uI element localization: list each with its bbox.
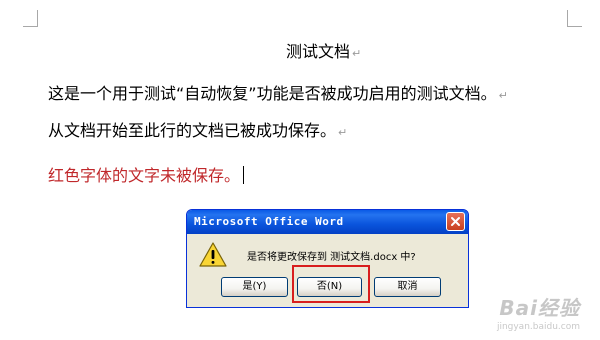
watermark-brand: Bai经验 [499,296,580,320]
close-icon [451,217,460,226]
yes-button[interactable]: 是(Y) [221,277,288,297]
baidu-jingyan-watermark: Bai经验 jingyan.baidu.com [497,292,580,332]
paragraph-mark-icon: ↵ [352,47,362,60]
watermark-url: jingyan.baidu.com [496,322,580,332]
document-title-text: 测试文档 [286,42,351,61]
paragraph-mark-icon: ↵ [498,89,508,102]
word-document-page: 测试文档 ↵ 这是一个用于测试“自动恢复”功能是否被成功启用的测试文档。 ↵ 从文档… [0,0,600,340]
paragraph-3-text: 红色字体的文字未被保存。 [48,166,241,185]
page-corner-mark-right [567,10,582,27]
dialog-title: Microsoft Office Word [194,215,344,228]
document-paragraph-3-unsaved[interactable]: 红色字体的文字未被保存。 [48,166,245,186]
dialog-message: 是否将更改保存到 测试文档.docx 中? [247,252,416,263]
text-cursor [243,166,245,184]
close-button[interactable] [446,212,465,231]
paragraph-mark-icon: ↵ [338,126,348,139]
document-paragraph-2[interactable]: 从文档开始至此行的文档已被成功保存。 ↵ [48,121,347,143]
paragraph-1-text: 这是一个用于测试“自动恢复”功能是否被成功启用的测试文档。 [48,84,497,103]
warning-icon [199,242,227,267]
dialog-titlebar[interactable]: Microsoft Office Word [187,210,468,234]
paragraph-2-text: 从文档开始至此行的文档已被成功保存。 [48,121,337,140]
cancel-button[interactable]: 取消 [374,277,441,297]
page-corner-mark-left [23,10,38,27]
document-paragraph-1[interactable]: 这是一个用于测试“自动恢复”功能是否被成功启用的测试文档。 ↵ [48,84,508,106]
no-button-highlight-annotation [292,265,370,303]
document-title[interactable]: 测试文档 ↵ [286,42,361,64]
